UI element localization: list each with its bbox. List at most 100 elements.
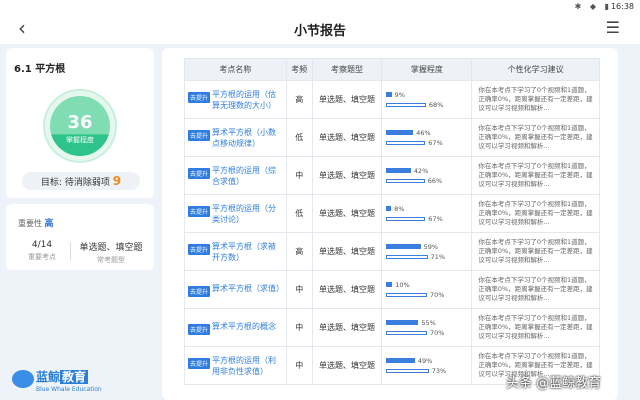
mastery-bar-line: 46% <box>386 128 467 138</box>
mastery-pct-current: 55% <box>421 318 436 327</box>
table-row[interactable]: 去提升 平方根的运用（综合求值）中单选题、填空题 42% 66% 你在本考点下学习了0个… <box>184 156 600 195</box>
watermark: 头条 @蓝鲸教育 <box>506 376 602 391</box>
mastery-bar-line: 70% <box>386 290 467 300</box>
name-wrap: 去提升 平方根的运用（估算无理数的大小） <box>188 89 283 111</box>
cell-question-type: 单选题、填空题 <box>311 270 383 309</box>
mastery-bar-average <box>386 292 428 297</box>
mastery-bar-line: 59% <box>386 242 467 252</box>
types-label: 常考题型 <box>97 256 125 264</box>
improve-button[interactable]: 去提升 <box>188 91 211 103</box>
points-stat: 4/14 重要考点 <box>18 240 66 262</box>
mastery-bar-line: 66% <box>386 176 467 186</box>
logo-english: Blue Whale Education <box>36 386 102 393</box>
improve-button[interactable]: 去提升 <box>188 285 211 297</box>
cell-question-type: 单选题、填空题 <box>311 232 383 271</box>
improve-button[interactable]: 去提升 <box>188 205 211 217</box>
cell-name: 去提升 平方根的运用（分类讨论） <box>184 194 287 233</box>
cell-name: 去提升 平方根的运用（利用非负性求值） <box>184 346 287 385</box>
mastery-bar-line: 49% <box>386 356 467 366</box>
stat-divider <box>70 242 71 260</box>
gauge-label: 掌握程度 <box>66 136 94 144</box>
table-row[interactable]: 去提升 算术平方根（求被开方数）高单选题、填空题 59% 71% 你在本考点下学习了0个… <box>184 232 600 271</box>
cell-mastery: 9% 68% <box>381 80 473 119</box>
mastery-bar-average <box>386 216 426 221</box>
importance-value: 高 <box>44 219 54 229</box>
status-bar: ✱ ◆ ▮ 16:38 <box>0 0 640 14</box>
cell-frequency: 低 <box>285 194 313 233</box>
cell-frequency: 低 <box>285 118 313 157</box>
cell-suggestion: 你在本考点下学习了0个视频和1道题，正确率0%，距离掌握还有一定差距，建议可以学… <box>471 270 600 309</box>
mastery-bar-current <box>386 282 393 287</box>
logo-text: 蓝鲸 教育 <box>36 368 89 385</box>
mastery-bar-line: 73% <box>386 366 467 376</box>
knowledge-point-link[interactable]: 算术平方根（求被开方数） <box>212 241 283 263</box>
menu-icon[interactable]: ☰ <box>606 18 620 37</box>
target-pill: 目标: 待消除弱项 9 <box>22 172 140 190</box>
whale-icon <box>12 370 34 388</box>
mastery-pct-current: 10% <box>395 280 410 289</box>
mastery-bar-current <box>386 130 414 135</box>
name-wrap: 去提升 算术平方根（求值） <box>188 283 284 297</box>
knowledge-point-link[interactable]: 平方根的运用（综合求值） <box>212 165 283 187</box>
name-wrap: 去提升 平方根的运用（分类讨论） <box>188 203 283 225</box>
mastery-pct-current: 8% <box>394 204 405 213</box>
mastery-bar-average <box>386 178 425 183</box>
cell-question-type: 单选题、填空题 <box>311 118 383 157</box>
improve-button[interactable]: 去提升 <box>188 243 211 255</box>
cell-suggestion: 你在本考点下学习了0个视频和1道题，正确率0%，距离掌握还有一定差距，建议可以学… <box>471 194 600 233</box>
header-bar: ‹ 小节报告 ☰ <box>0 14 640 44</box>
status-icons: ✱ ◆ ▮ <box>574 2 612 11</box>
cell-mastery: 55% 70% <box>381 308 473 347</box>
cell-frequency: 中 <box>285 308 313 347</box>
cell-name: 去提升 算术平方根（求被开方数） <box>184 232 287 271</box>
mastery-bar-current <box>386 244 421 249</box>
cell-question-type: 单选题、填空题 <box>311 80 383 119</box>
knowledge-point-link[interactable]: 平方根的运用（估算无理数的大小） <box>212 89 283 111</box>
mastery-bar-line: 10% <box>386 280 467 290</box>
types-value: 单选题、填空题 <box>79 243 143 253</box>
mastery-bar-current <box>386 206 392 211</box>
cell-name: 去提升 平方根的运用（综合求值） <box>184 156 287 195</box>
mastery-pct-current: 9% <box>394 90 405 99</box>
table-row[interactable]: 去提升 算术平方根（小数点移动规律）低单选题、填空题 46% 67% 你在本考点下学习了… <box>184 118 600 157</box>
improve-button[interactable]: 去提升 <box>188 167 211 179</box>
knowledge-point-link[interactable]: 算术平方根（求值） <box>212 283 284 294</box>
cell-mastery: 49% 73% <box>381 346 473 385</box>
knowledge-table: 考点名称 考频 考察题型 掌握程度 个性化学习建议 去提升 平方根的运用（估算无理… <box>184 58 600 385</box>
mastery-pct-current: 46% <box>416 128 431 137</box>
page-title: 小节报告 <box>293 24 346 39</box>
improve-button[interactable]: 去提升 <box>188 323 211 335</box>
cell-frequency: 中 <box>285 156 313 195</box>
mastery-pct-average: 67% <box>428 214 443 223</box>
mastery-bar-current <box>386 92 392 97</box>
cell-mastery: 59% 71% <box>381 232 473 271</box>
cell-question-type: 单选题、填空题 <box>311 346 383 385</box>
mastery-bar-line: 55% <box>386 318 467 328</box>
cell-frequency: 高 <box>285 80 313 119</box>
cell-question-type: 单选题、填空题 <box>311 156 383 195</box>
improve-button[interactable]: 去提升 <box>188 129 211 141</box>
table-row[interactable]: 去提升 算术平方根（求值）中单选题、填空题 10% 70% 你在本考点下学习了0个视频和… <box>184 270 600 309</box>
knowledge-point-link[interactable]: 算术平方根（小数点移动规律） <box>212 127 283 149</box>
cell-name: 去提升 算术平方根（小数点移动规律） <box>184 118 287 157</box>
knowledge-point-link[interactable]: 平方根的运用（利用非负性求值） <box>212 355 283 377</box>
mastery-bar-average <box>386 140 426 145</box>
mastery-bar-current <box>386 320 419 325</box>
table-header-row: 考点名称 考频 考察题型 掌握程度 个性化学习建议 <box>184 58 600 81</box>
col-header-type: 考察题型 <box>311 58 383 81</box>
name-wrap: 去提升 算术平方根的概念 <box>188 321 283 335</box>
mastery-bar-line: 71% <box>386 252 467 262</box>
mastery-pct-average: 71% <box>430 252 446 261</box>
mastery-bar-average <box>386 330 428 335</box>
table-row[interactable]: 去提升 算术平方根的概念中单选题、填空题 55% 70% 你在本考点下学习了0个视频和1… <box>184 308 600 347</box>
knowledge-point-link[interactable]: 平方根的运用（分类讨论） <box>212 203 283 225</box>
table-row[interactable]: 去提升 平方根的运用（估算无理数的大小）高单选题、填空题 9% 68% 你在本考点下学习… <box>184 80 600 119</box>
mastery-bar-current <box>386 358 415 363</box>
knowledge-point-link[interactable]: 算术平方根的概念 <box>212 321 276 332</box>
mastery-bar-average <box>386 254 428 259</box>
cell-suggestion: 你在本考点下学习了0个视频和1道题，正确率0%，距离掌握还有一定差距，建议可以学… <box>471 156 600 195</box>
improve-button[interactable]: 去提升 <box>188 357 211 369</box>
table-row[interactable]: 去提升 平方根的运用（分类讨论）低单选题、填空题 8% 67% 你在本考点下学习了0个视… <box>184 194 600 233</box>
summary-card: 6.1 平方根 36 掌握程度 目标: 待消除弱项 9 <box>6 48 154 198</box>
cell-frequency: 中 <box>285 346 313 385</box>
